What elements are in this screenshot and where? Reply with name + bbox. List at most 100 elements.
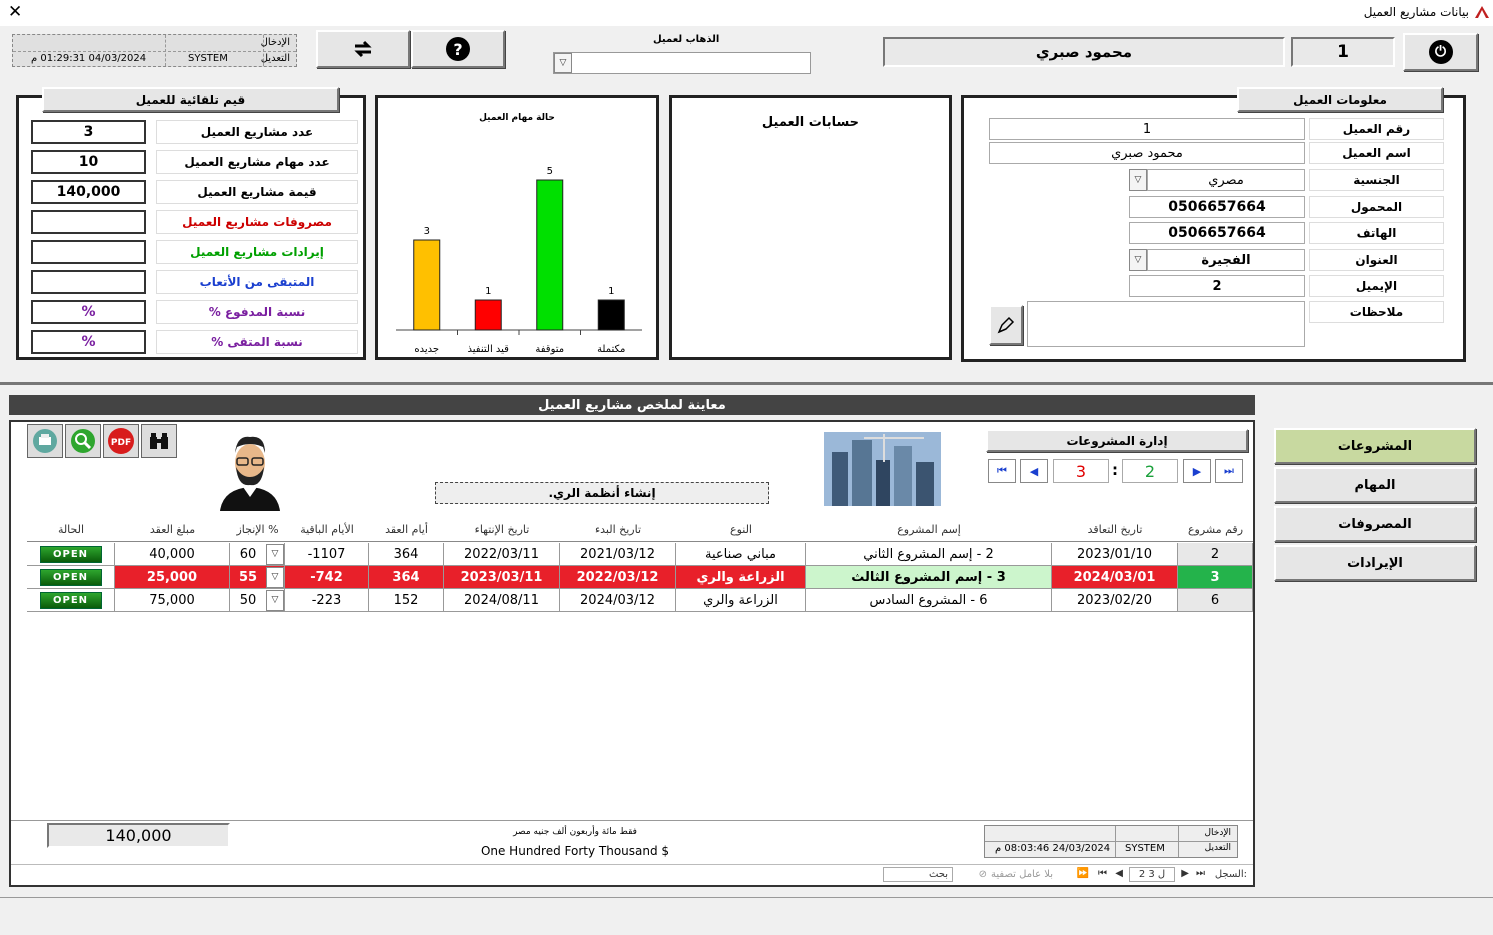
cell-contract-date[interactable]: 2023/01/10 — [1052, 543, 1178, 566]
next-nav-icon[interactable]: ▶ — [1181, 868, 1189, 879]
client-number-field[interactable]: 1 — [989, 118, 1305, 140]
cell-contract-date[interactable]: 2024/03/01 — [1052, 566, 1178, 589]
cell-name[interactable]: 3 - إسم المشروع الثالث — [806, 566, 1052, 589]
side-button[interactable]: الإيرادات — [1274, 545, 1476, 581]
side-button[interactable]: المشروعات — [1274, 428, 1476, 464]
first-record-button[interactable]: ⏮ — [988, 459, 1016, 483]
separator — [0, 382, 1493, 385]
cell-end[interactable]: 2024/08/11 — [444, 589, 560, 612]
column-header[interactable]: إسم المشروع — [806, 518, 1052, 541]
address-combo[interactable]: ▽ الفجيرة — [1129, 249, 1305, 271]
chevron-down-icon[interactable]: ▽ — [1129, 249, 1147, 271]
chevron-down-icon[interactable]: ▽ — [266, 543, 284, 565]
column-header[interactable]: النوع — [676, 518, 806, 541]
current-record-field: 2 — [1122, 459, 1178, 483]
pdf-button[interactable]: PDF — [103, 424, 139, 458]
cell-no[interactable]: 2 — [1178, 543, 1253, 566]
chevron-down-icon[interactable]: ▽ — [266, 589, 284, 611]
notes-field[interactable] — [1027, 301, 1305, 347]
nationality-combo[interactable]: ▽ مصري — [1129, 169, 1305, 191]
cell-end[interactable]: 2023/03/11 — [444, 566, 560, 589]
status-cell[interactable]: OPEN — [27, 589, 115, 612]
cell-no[interactable]: 6 — [1178, 589, 1253, 612]
cell-end[interactable]: 2022/03/11 — [444, 543, 560, 566]
cell-name[interactable]: 6 - المشروع السادس — [806, 589, 1052, 612]
next-record-button[interactable]: ▶ — [1183, 459, 1211, 483]
cell-start[interactable]: 2022/03/12 — [560, 566, 676, 589]
progress-cell[interactable]: 55 ▽ — [230, 566, 285, 589]
cell-amount[interactable]: 75,000 — [115, 589, 230, 612]
column-header[interactable]: الأيام الباقية — [285, 518, 369, 541]
printer-icon — [33, 429, 57, 453]
last-nav-icon[interactable]: ⏭ — [1196, 868, 1205, 879]
side-button[interactable]: المهام — [1274, 467, 1476, 503]
prev-nav-icon[interactable]: ◀ — [1115, 868, 1123, 879]
column-header[interactable]: الحالة — [27, 518, 115, 541]
column-header[interactable]: أيام العقد — [369, 518, 444, 541]
column-header[interactable]: تاريخ البدء — [560, 518, 676, 541]
goto-client-combo[interactable]: ▽ — [553, 52, 811, 74]
table-row[interactable]: 6 2023/02/20 6 - المشروع السادس الزراعة وال… — [27, 589, 1253, 612]
chart-data-label: 5 — [547, 166, 553, 177]
chevron-down-icon[interactable]: ▽ — [266, 566, 284, 588]
status-cell[interactable]: OPEN — [27, 566, 115, 589]
total-records-field: 3 — [1053, 459, 1109, 483]
email-field[interactable]: 2 — [1129, 275, 1305, 297]
preview-button[interactable] — [65, 424, 101, 458]
cell-type[interactable]: الزراعة والري — [676, 566, 806, 589]
phone-field[interactable]: 0506657664 — [1129, 222, 1305, 244]
edit-notes-button[interactable] — [989, 305, 1023, 345]
column-header[interactable]: الإنجاز % — [230, 518, 285, 541]
cell-contract-date[interactable]: 2023/02/20 — [1052, 589, 1178, 612]
cell-remaining[interactable]: -1107 — [285, 543, 369, 566]
cell-type[interactable]: مباني صناعية — [676, 543, 806, 566]
cell-days[interactable]: 364 — [369, 566, 444, 589]
table-row[interactable]: 3 2024/03/01 3 - إسم المشروع الثالث الزراعة… — [27, 566, 1253, 589]
chart-bar — [413, 239, 441, 331]
cell-start[interactable]: 2024/03/12 — [560, 589, 676, 612]
column-header[interactable]: رقم مشروع — [1178, 518, 1253, 541]
client-name-field[interactable]: محمود صبري — [989, 142, 1305, 164]
refresh-button[interactable] — [316, 30, 410, 68]
cell-days[interactable]: 364 — [369, 543, 444, 566]
cell-days[interactable]: 152 — [369, 589, 444, 612]
prev-record-button[interactable]: ◀ — [1020, 459, 1048, 483]
table-row[interactable]: 2 2023/01/10 2 - إسم المشروع الثاني مباني ص… — [27, 543, 1253, 566]
status-cell[interactable]: OPEN — [27, 543, 115, 566]
print-button[interactable] — [27, 424, 63, 458]
progress-cell[interactable]: 50 ▽ — [230, 589, 285, 612]
power-button[interactable]: ⏻ — [1403, 33, 1478, 71]
avatar — [220, 436, 280, 511]
cell-name[interactable]: 2 - إسم المشروع الثاني — [806, 543, 1052, 566]
progress-cell[interactable]: 60 ▽ — [230, 543, 285, 566]
side-button[interactable]: المصروفات — [1274, 506, 1476, 542]
column-header[interactable]: تاريخ التعاقد — [1052, 518, 1178, 541]
cell-type[interactable]: الزراعة والري — [676, 589, 806, 612]
mobile-field[interactable]: 0506657664 — [1129, 196, 1305, 218]
cell-amount[interactable]: 40,000 — [115, 543, 230, 566]
cell-start[interactable]: 2021/03/12 — [560, 543, 676, 566]
record-position-field[interactable]: 2 ل 3 — [1129, 867, 1175, 882]
cell-remaining[interactable]: -223 — [285, 589, 369, 612]
chevron-down-icon[interactable]: ▽ — [1129, 169, 1147, 191]
cell-amount[interactable]: 25,000 — [115, 566, 230, 589]
first-nav-icon[interactable]: ⏮ — [1098, 868, 1107, 879]
nationality-value: مصري — [1147, 169, 1305, 191]
current-project-name: إنشاء أنظمة الري. — [435, 482, 769, 504]
column-header[interactable]: مبلغ العقد — [115, 518, 230, 541]
find-button[interactable] — [141, 424, 177, 458]
status-open-button[interactable]: OPEN — [39, 568, 102, 586]
column-header[interactable]: تاريخ الإنتهاء — [444, 518, 560, 541]
status-open-button[interactable]: OPEN — [39, 591, 102, 609]
summary-audit-datetime: 24/03/2024 08:03:46 م — [995, 843, 1111, 854]
status-open-button[interactable]: OPEN — [39, 545, 102, 563]
cell-no[interactable]: 3 — [1178, 566, 1253, 589]
close-icon[interactable]: ✕ — [8, 2, 22, 22]
last-record-button[interactable]: ⏭ — [1215, 459, 1243, 483]
goto-client-label: الذهاب لعميل — [653, 34, 720, 45]
chevron-down-icon[interactable]: ▽ — [554, 53, 572, 73]
new-nav-icon[interactable]: ⏩ — [1077, 868, 1089, 879]
record-search-field[interactable]: بحث — [883, 867, 953, 882]
help-button[interactable]: ? — [411, 30, 505, 68]
cell-remaining[interactable]: -742 — [285, 566, 369, 589]
